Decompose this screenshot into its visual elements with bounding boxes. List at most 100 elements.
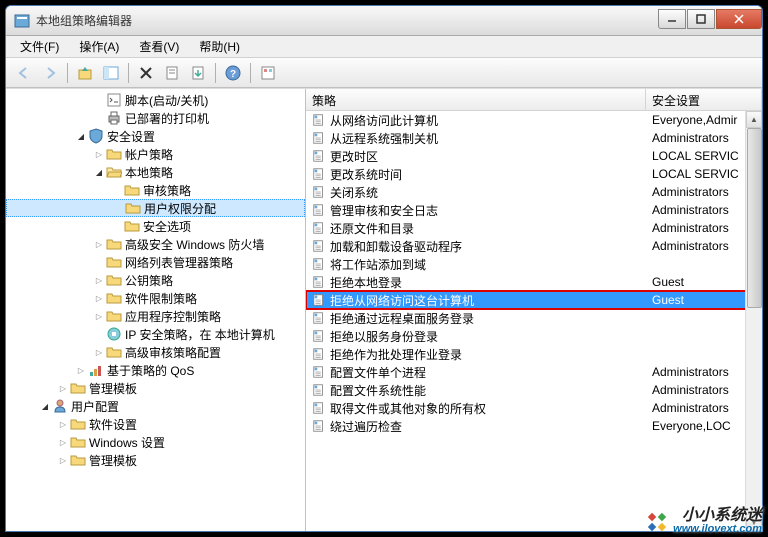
- policy-name: 拒绝作为批处理作业登录: [330, 346, 462, 363]
- expand-icon[interactable]: ▷: [92, 147, 106, 161]
- tree-node[interactable]: ▷软件设置: [6, 415, 305, 433]
- folder-c-icon: [106, 272, 122, 288]
- expand-icon[interactable]: ▷: [56, 453, 70, 467]
- script-icon: [106, 92, 122, 108]
- show-hide-tree-button[interactable]: [99, 61, 123, 85]
- list-row[interactable]: 更改时区LOCAL SERVIC: [306, 147, 762, 165]
- folder-c-icon: [106, 308, 122, 324]
- tree-node[interactable]: ▷帐户策略: [6, 145, 305, 163]
- expand-icon[interactable]: ▷: [92, 345, 106, 359]
- tree-node[interactable]: ▷ 高级安全 Windows 防火墙: [6, 235, 305, 253]
- export-button[interactable]: [186, 61, 210, 85]
- tree-node[interactable]: ▷管理模板: [6, 451, 305, 469]
- menu-view[interactable]: 查看(V): [129, 36, 189, 57]
- folder-c-icon: [70, 380, 86, 396]
- vertical-scrollbar[interactable]: ▲ ▼: [745, 111, 762, 531]
- tree-node[interactable]: ▷公钥策略: [6, 271, 305, 289]
- list-row[interactable]: 加载和卸载设备驱动程序Administrators: [306, 237, 762, 255]
- list-row[interactable]: 拒绝通过远程桌面服务登录: [306, 309, 762, 327]
- list-row[interactable]: 取得文件或其他对象的所有权Administrators: [306, 399, 762, 417]
- expand-icon[interactable]: ▷: [92, 309, 106, 323]
- list-row[interactable]: 拒绝从网络访问这台计算机Guest: [306, 291, 762, 309]
- expand-icon[interactable]: ▷: [92, 291, 106, 305]
- list-row[interactable]: 配置文件系统性能Administrators: [306, 381, 762, 399]
- list-row[interactable]: 还原文件和目录Administrators: [306, 219, 762, 237]
- expand-icon[interactable]: ▷: [92, 273, 106, 287]
- scroll-up-button[interactable]: ▲: [746, 111, 762, 128]
- tree-node-label: 用户配置: [71, 398, 119, 415]
- content-area: 脚本(启动/关机)已部署的打印机◢安全设置▷帐户策略◢本地策略审核策略用户权限分…: [6, 88, 762, 531]
- expand-icon[interactable]: ▷: [74, 363, 88, 377]
- policy-name: 配置文件系统性能: [330, 382, 426, 399]
- list-row[interactable]: 绕过遍历检查Everyone,LOC: [306, 417, 762, 435]
- folder-c-icon: [106, 254, 122, 270]
- menu-action[interactable]: 操作(A): [69, 36, 129, 57]
- close-button[interactable]: [716, 9, 762, 29]
- tree-node[interactable]: ▷软件限制策略: [6, 289, 305, 307]
- collapse-icon[interactable]: ◢: [38, 399, 52, 413]
- list-row[interactable]: 拒绝作为批处理作业登录: [306, 345, 762, 363]
- menu-file[interactable]: 文件(F): [10, 36, 69, 57]
- tree-node[interactable]: ▷管理模板: [6, 379, 305, 397]
- expand-icon[interactable]: ▷: [56, 417, 70, 431]
- back-button[interactable]: [12, 61, 36, 85]
- tree-node[interactable]: ▷应用程序控制策略: [6, 307, 305, 325]
- list-row[interactable]: 从网络访问此计算机Everyone,Admir: [306, 111, 762, 129]
- delete-button[interactable]: [134, 61, 158, 85]
- minimize-button[interactable]: [658, 9, 686, 29]
- window-buttons: [657, 9, 762, 29]
- list-body[interactable]: 从网络访问此计算机Everyone,Admir从远程系统强制关机Administ…: [306, 111, 762, 531]
- col-policy[interactable]: 策略: [306, 89, 646, 110]
- up-button[interactable]: [73, 61, 97, 85]
- ipsec-icon: [106, 326, 122, 342]
- properties-button[interactable]: [160, 61, 184, 85]
- list-row[interactable]: 配置文件单个进程Administrators: [306, 363, 762, 381]
- policy-icon: [312, 347, 326, 361]
- policy-cell: 拒绝通过远程桌面服务登录: [306, 310, 646, 327]
- expand-icon[interactable]: ▷: [92, 237, 106, 251]
- tree-node[interactable]: IP 安全策略，在 本地计算机: [6, 325, 305, 343]
- tree-node-label: 已部署的打印机: [125, 110, 209, 127]
- collapse-icon[interactable]: ◢: [74, 129, 88, 143]
- folder-c-icon: [106, 290, 122, 306]
- tree-pane[interactable]: 脚本(启动/关机)已部署的打印机◢安全设置▷帐户策略◢本地策略审核策略用户权限分…: [6, 89, 306, 531]
- list-row[interactable]: 从远程系统强制关机Administrators: [306, 129, 762, 147]
- list-row[interactable]: 将工作站添加到域: [306, 255, 762, 273]
- list-row[interactable]: 拒绝以服务身份登录: [306, 327, 762, 345]
- scroll-thumb[interactable]: [747, 128, 762, 308]
- expand-icon[interactable]: ▷: [56, 435, 70, 449]
- tree-node[interactable]: ◢安全设置: [6, 127, 305, 145]
- forward-button[interactable]: [38, 61, 62, 85]
- maximize-button[interactable]: [687, 9, 715, 29]
- tree-node[interactable]: 网络列表管理器策略: [6, 253, 305, 271]
- app-icon: [14, 13, 30, 29]
- list-row[interactable]: 更改系统时间LOCAL SERVIC: [306, 165, 762, 183]
- watermark-text: 小小系统迷: [682, 508, 762, 524]
- toolbar: ?: [6, 58, 762, 88]
- tree-node[interactable]: ◢ 用户配置: [6, 397, 305, 415]
- tree-node[interactable]: ▷高级审核策略配置: [6, 343, 305, 361]
- tree-node-label: 高级安全 Windows 防火墙: [125, 236, 264, 253]
- toolbar-sep: [128, 63, 129, 83]
- tree-node[interactable]: ▷基于策略的 QoS: [6, 361, 305, 379]
- expand-icon[interactable]: ▷: [56, 381, 70, 395]
- menu-help[interactable]: 帮助(H): [189, 36, 250, 57]
- list-row[interactable]: 拒绝本地登录Guest: [306, 273, 762, 291]
- policy-icon: [312, 383, 326, 397]
- list-row[interactable]: 关闭系统Administrators: [306, 183, 762, 201]
- policy-name: 管理审核和安全日志: [330, 202, 438, 219]
- tree-node[interactable]: ▷Windows 设置: [6, 433, 305, 451]
- policy-icon: [312, 221, 326, 235]
- policy-cell: 将工作站添加到域: [306, 256, 646, 273]
- collapse-icon[interactable]: ◢: [92, 165, 106, 179]
- tree-node[interactable]: 已部署的打印机: [6, 109, 305, 127]
- tree-node[interactable]: 审核策略: [6, 181, 305, 199]
- tree-node[interactable]: 安全选项: [6, 217, 305, 235]
- help-button[interactable]: ?: [221, 61, 245, 85]
- filter-button[interactable]: [256, 61, 280, 85]
- tree-node[interactable]: 用户权限分配: [6, 199, 305, 217]
- tree-node[interactable]: ◢本地策略: [6, 163, 305, 181]
- col-security-setting[interactable]: 安全设置: [646, 89, 762, 110]
- list-row[interactable]: 管理审核和安全日志Administrators: [306, 201, 762, 219]
- tree-node[interactable]: 脚本(启动/关机): [6, 91, 305, 109]
